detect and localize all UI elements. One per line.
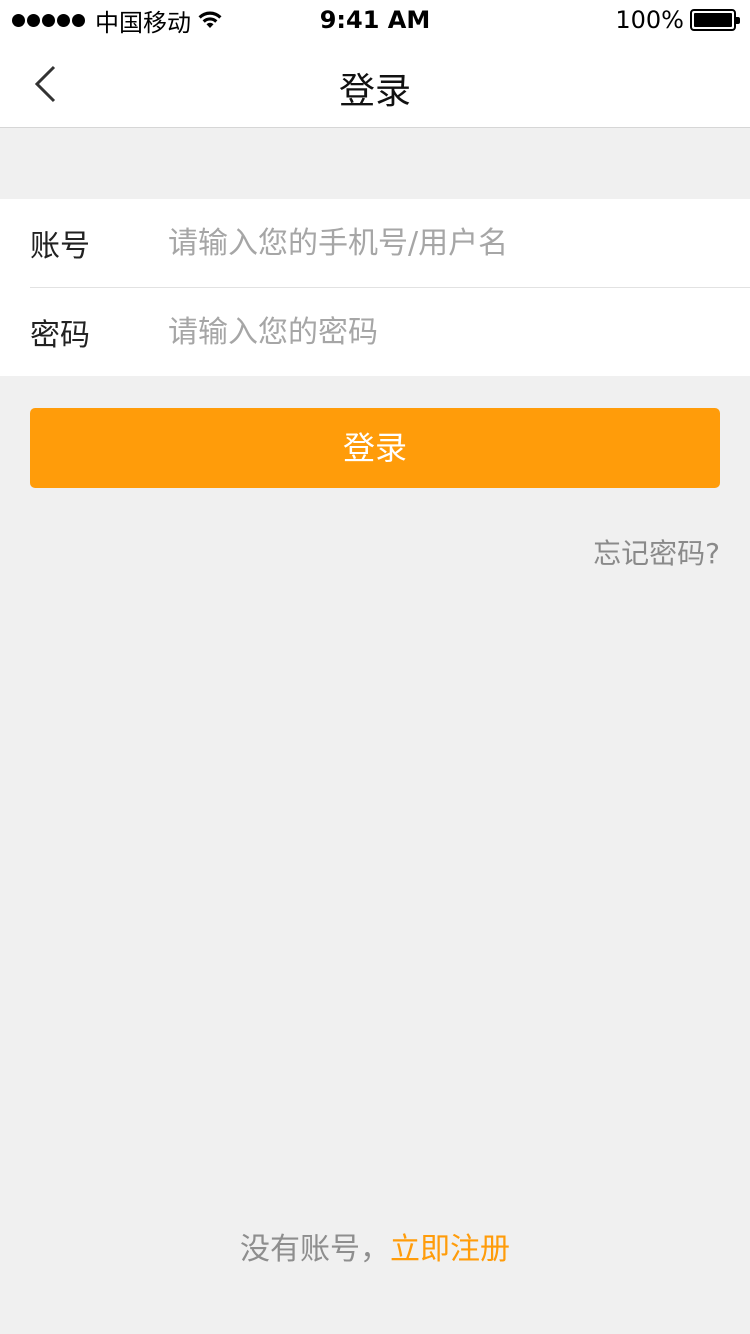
password-input[interactable]	[168, 302, 728, 362]
back-button[interactable]	[30, 64, 64, 104]
chevron-left-icon	[34, 65, 56, 103]
signal-strength-icon	[12, 13, 87, 27]
login-button[interactable]: 登录	[30, 408, 720, 488]
status-left: 中国移动	[12, 6, 223, 37]
password-row: 密码	[0, 288, 750, 376]
status-right: 100%	[615, 6, 740, 34]
battery-percentage: 100%	[615, 6, 684, 34]
password-label: 密码	[30, 318, 90, 353]
account-row: 账号	[0, 199, 750, 287]
battery-fill	[694, 13, 732, 27]
account-input[interactable]	[168, 213, 728, 273]
account-label: 账号	[30, 229, 90, 264]
register-link[interactable]: 立即注册	[390, 1232, 510, 1267]
navigation-bar: 登录	[0, 40, 750, 128]
carrier-name: 中国移动	[95, 8, 191, 37]
battery-icon	[690, 9, 740, 31]
status-bar: 中国移动 9:41 AM 100%	[0, 0, 750, 40]
register-prompt: 没有账号，立即注册	[0, 1224, 750, 1268]
forgot-password-link[interactable]: 忘记密码?	[593, 532, 720, 572]
login-form: 账号 密码	[0, 199, 750, 376]
page-title: 登录	[338, 71, 411, 112]
wifi-icon	[198, 11, 222, 28]
no-account-text: 没有账号，	[240, 1232, 390, 1267]
